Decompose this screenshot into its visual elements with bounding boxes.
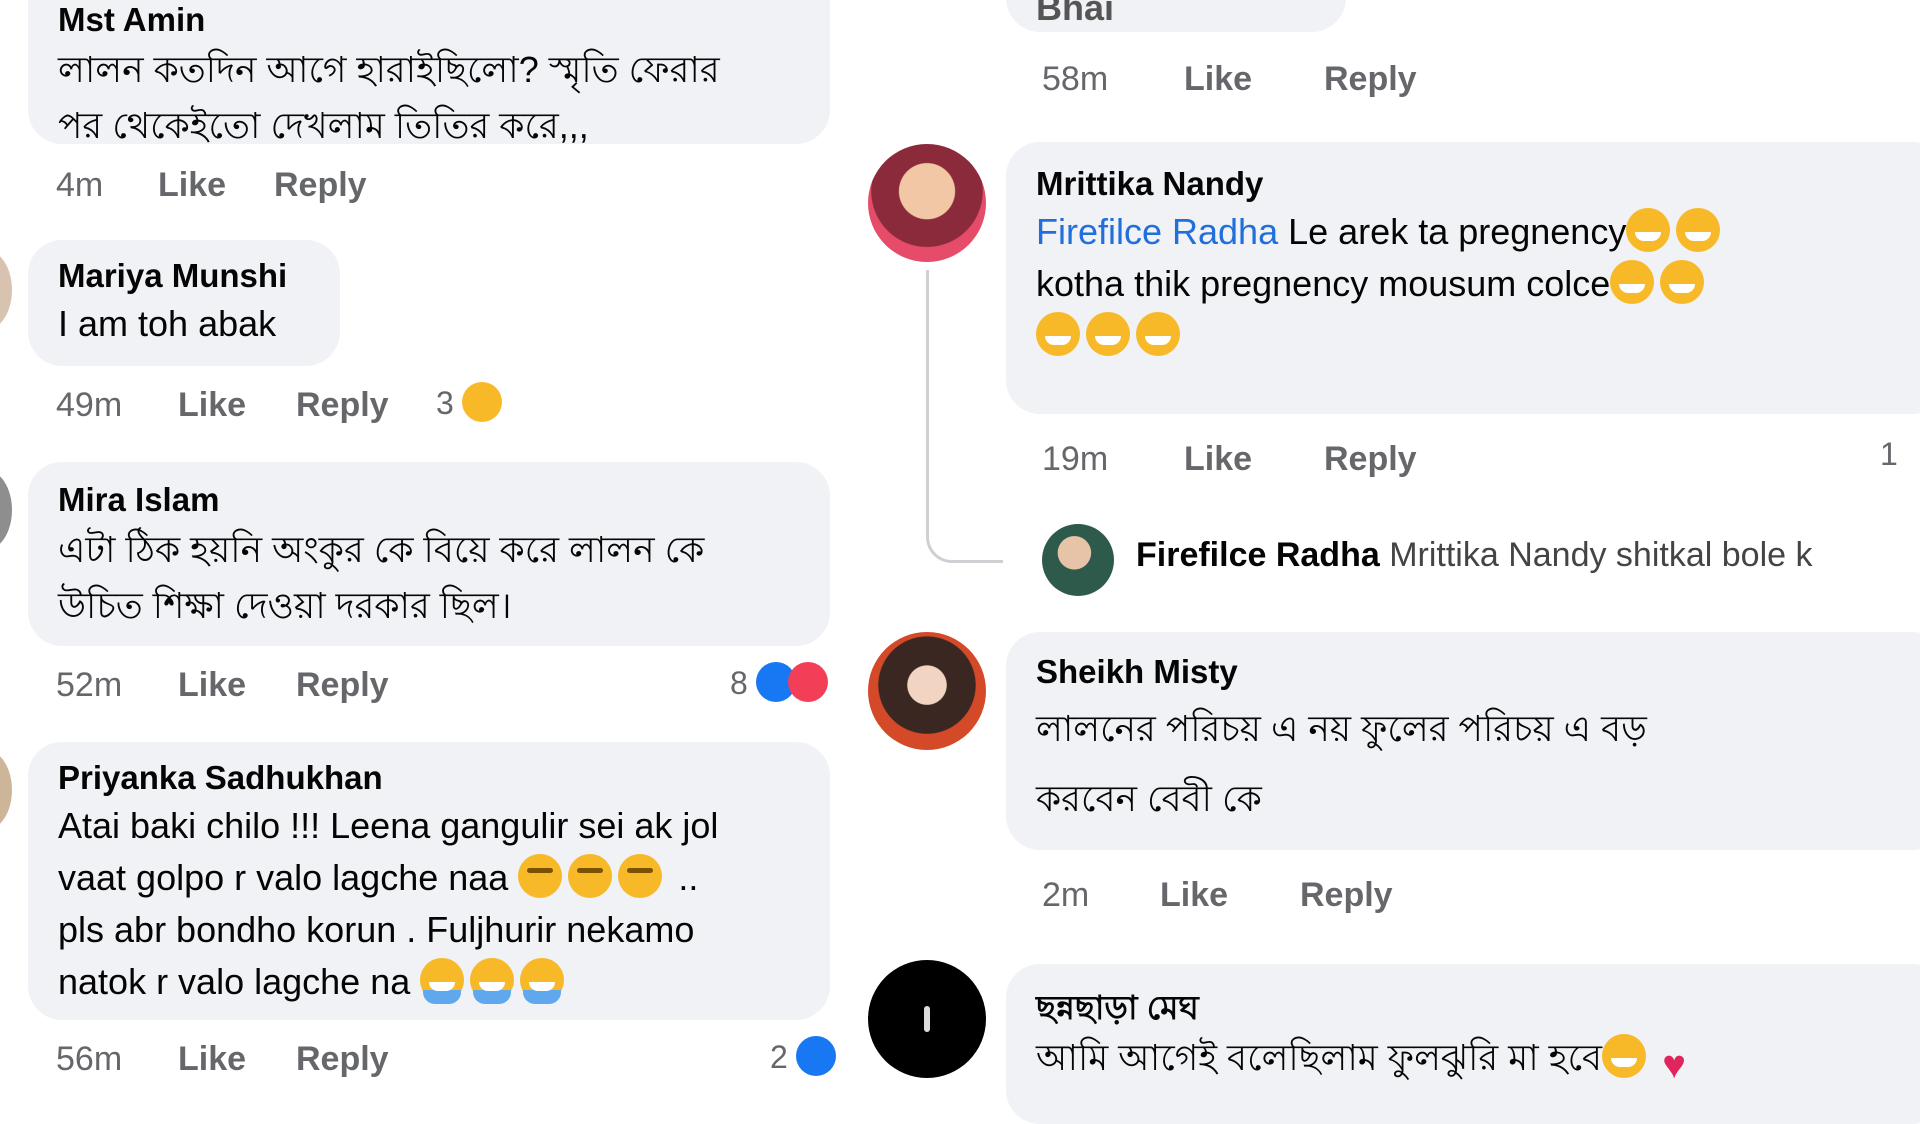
comment-bubble: Mira Islam এটা ঠিক হয়নি অংকুর কে বিয়ে … xyxy=(28,462,830,646)
comment-text-line: Bhai xyxy=(1036,0,1115,28)
comment-author[interactable]: ছন্নছাড়া মেঘ xyxy=(1036,986,1916,1030)
comment-text-fragment: Le arek ta pregnency xyxy=(1278,211,1627,252)
reaction-summary[interactable]: 2 xyxy=(770,1036,836,1076)
comment-text-fragment: আমি আগেই বলেছিলাম ফুলঝুরি মা হবে xyxy=(1036,1037,1603,1078)
crying-emoji xyxy=(420,958,465,1004)
grinning-emoji xyxy=(1086,312,1130,356)
reply-snippet: Mrittika Nandy shitkal bole k xyxy=(1389,536,1813,574)
comment-text-line: pls abr bondho korun . Fuljhurir nekamo xyxy=(58,909,695,950)
reply-button[interactable]: Reply xyxy=(274,166,367,205)
reply-button[interactable]: Reply xyxy=(296,666,389,705)
comment-text-fragment: vaat golpo r valo lagche naa xyxy=(58,857,509,898)
avatar-mark xyxy=(924,1006,930,1032)
comment-text-line: করবেন বেবী কে xyxy=(1036,778,1262,819)
reply-button[interactable]: Reply xyxy=(1324,440,1417,479)
comment-text-fragment: .. xyxy=(668,857,699,898)
comment-text-line: Atai baki chilo !!! Leena gangulir sei a… xyxy=(58,805,719,846)
comment-text-line: উচিত শিক্ষা দেওয়া দরকার ছিল। xyxy=(58,585,512,626)
comment-author[interactable]: Mira Islam xyxy=(58,478,800,522)
squinting-tongue-emoji xyxy=(1626,208,1671,252)
like-reaction-icon xyxy=(795,1036,836,1076)
comment-text-line: পর থেকেইতো দেখলাম তিতির করে,,, xyxy=(58,105,589,146)
comment-bubble: Mariya Munshi I am toh abak xyxy=(28,240,340,366)
reply-thread-line xyxy=(926,270,1003,563)
comment-text-line: natok r valo lagche na xyxy=(58,956,800,1008)
comment-bubble: Sheikh Misty লালনের পরিচয় এ নয় ফুলের প… xyxy=(1006,632,1920,850)
crying-emoji xyxy=(520,958,565,1004)
comment-text-line: লালনের পরিচয় এ নয় ফুলের পরিচয় এ বড় xyxy=(1036,708,1647,749)
reply-button[interactable]: Reply xyxy=(1324,60,1417,99)
avatar[interactable] xyxy=(0,470,12,550)
avatar[interactable] xyxy=(1042,524,1114,596)
comment-text-fragment: kotha thik pregnency mousum colce xyxy=(1036,263,1611,304)
reply-author[interactable]: Firefilce Radha xyxy=(1136,536,1380,574)
avatar[interactable] xyxy=(868,144,986,262)
grinning-emoji xyxy=(1036,312,1080,356)
comment-text-line: Firefilce Radha Le arek ta pregnency xyxy=(1036,206,1916,258)
comment-time[interactable]: 49m xyxy=(56,386,122,425)
red-heart-emoji: ♥ xyxy=(1662,1043,1686,1087)
reaction-summary[interactable]: 8 xyxy=(730,662,828,702)
haha-reaction-icon xyxy=(461,382,502,422)
avatar[interactable] xyxy=(868,632,986,750)
avatar[interactable] xyxy=(0,750,12,830)
reaction-count: 3 xyxy=(436,385,454,421)
comment-text-line xyxy=(1036,310,1916,362)
comment-author[interactable]: Mrittika Nandy xyxy=(1036,162,1916,206)
grinning-emoji xyxy=(1136,312,1180,356)
reaction-count: 1 xyxy=(1880,436,1898,472)
heart-eyes-emoji xyxy=(1602,1034,1647,1078)
avatar[interactable] xyxy=(868,960,986,1078)
comment-bubble: ছন্নছাড়া মেঘ আমি আগেই বলেছিলাম ফুলঝুরি … xyxy=(1006,964,1920,1124)
comment-text-line: I am toh abak xyxy=(58,303,277,344)
reaction-summary[interactable]: 3 xyxy=(436,382,502,422)
comment-author[interactable]: Mst Amin xyxy=(58,0,800,42)
like-button[interactable]: Like xyxy=(178,386,246,425)
like-button[interactable]: Like xyxy=(1184,60,1252,99)
comment-bubble: Mrittika Nandy Firefilce Radha Le arek t… xyxy=(1006,142,1920,414)
comment-time[interactable]: 2m xyxy=(1042,876,1089,915)
comments-column-right: Bhai 58m Like Reply Mrittika Nandy Firef… xyxy=(860,0,1920,1124)
love-reaction-icon xyxy=(787,662,828,702)
avatar[interactable] xyxy=(0,250,12,330)
comment-time[interactable]: 52m xyxy=(56,666,122,705)
grinning-emoji xyxy=(1660,260,1705,304)
mention-link[interactable]: Firefilce Radha xyxy=(1036,211,1278,252)
rolling-eyes-emoji xyxy=(518,854,563,898)
comment-bubble: Priyanka Sadhukhan Atai baki chilo !!! L… xyxy=(28,742,830,1020)
comment-time[interactable]: 19m xyxy=(1042,440,1108,479)
comment-time[interactable]: 4m xyxy=(56,166,103,205)
comment-time[interactable]: 56m xyxy=(56,1040,122,1079)
reaction-count: 2 xyxy=(770,1039,788,1075)
comment-text-fragment: natok r valo lagche na xyxy=(58,961,411,1002)
like-button[interactable]: Like xyxy=(178,666,246,705)
comment-text-line: লালন কতদিন আগে হারাইছিলো? স্মৃতি ফেরার xyxy=(58,49,720,90)
crying-emoji xyxy=(470,958,515,1004)
reply-button[interactable]: Reply xyxy=(296,1040,389,1079)
reaction-summary[interactable]: 1 xyxy=(1880,436,1898,473)
comment-author[interactable]: Mariya Munshi xyxy=(58,254,310,298)
like-button[interactable]: Like xyxy=(1184,440,1252,479)
rolling-eyes-emoji xyxy=(568,854,613,898)
comment-text-line: kotha thik pregnency mousum colce xyxy=(1036,258,1916,310)
comment-bubble: Bhai xyxy=(1006,0,1346,32)
like-button[interactable]: Like xyxy=(178,1040,246,1079)
reaction-count: 8 xyxy=(730,665,748,701)
comment-text-line: এটা ঠিক হয়নি অংকুর কে বিয়ে করে লালন কে xyxy=(58,529,705,570)
rolling-eyes-emoji xyxy=(618,854,663,898)
reply-button[interactable]: Reply xyxy=(296,386,389,425)
reply-preview[interactable]: Firefilce Radha Mrittika Nandy shitkal b… xyxy=(1136,536,1812,575)
like-button[interactable]: Like xyxy=(1160,876,1228,915)
squinting-tongue-emoji xyxy=(1676,208,1721,252)
comment-author[interactable]: Sheikh Misty xyxy=(1036,650,1916,694)
like-button[interactable]: Like xyxy=(158,166,226,205)
comments-column-left: Mst Amin লালন কতদিন আগে হারাইছিলো? স্মৃত… xyxy=(0,0,840,1080)
comment-text-line: আমি আগেই বলেছিলাম ফুলঝুরি মা হবে ♥ xyxy=(1036,1030,1916,1087)
reply-button[interactable]: Reply xyxy=(1300,876,1393,915)
comment-author[interactable]: Priyanka Sadhukhan xyxy=(58,756,800,800)
comment-time[interactable]: 58m xyxy=(1042,60,1108,99)
grinning-emoji xyxy=(1610,260,1655,304)
comment-bubble: Mst Amin লালন কতদিন আগে হারাইছিলো? স্মৃত… xyxy=(28,0,830,146)
comment-text-line: vaat golpo r valo lagche naa .. xyxy=(58,852,800,904)
